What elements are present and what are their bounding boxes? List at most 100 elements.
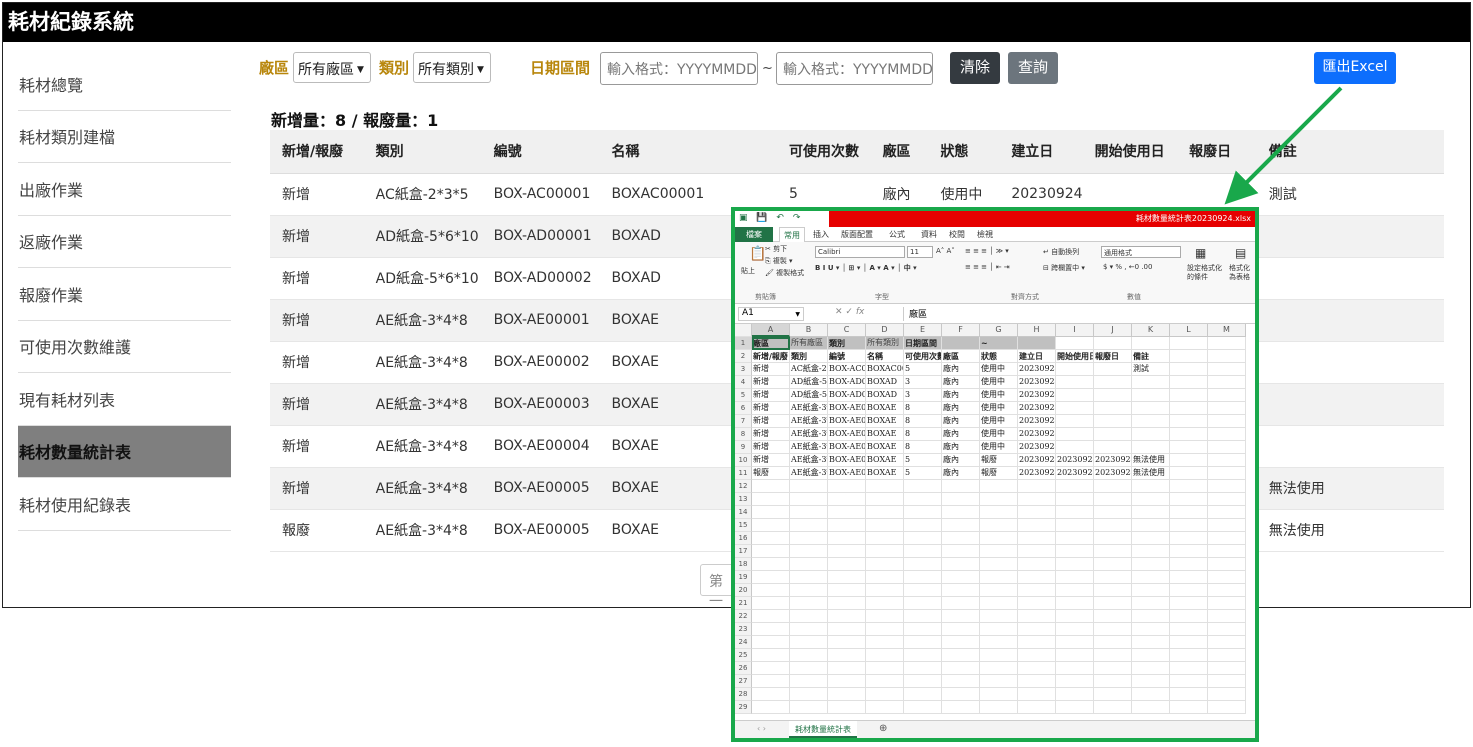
excel-cell[interactable]: 報廢 — [980, 454, 1018, 467]
excel-cell[interactable] — [828, 584, 866, 597]
excel-cell[interactable] — [1094, 584, 1132, 597]
excel-row-header[interactable]: 13 — [735, 493, 752, 506]
excel-cell[interactable] — [1018, 571, 1056, 584]
sidebar-item-7[interactable]: 耗材數量統計表 — [18, 425, 231, 478]
excel-cell[interactable] — [866, 636, 904, 649]
excel-cell[interactable]: 20230924 — [1018, 441, 1056, 454]
excel-cell[interactable] — [1132, 623, 1170, 636]
excel-cell[interactable] — [904, 519, 942, 532]
ribbon-tab-2[interactable]: 插入 — [813, 229, 829, 240]
excel-cell[interactable] — [1170, 701, 1208, 714]
excel-cell[interactable] — [1208, 623, 1246, 636]
excel-cell[interactable] — [1208, 584, 1246, 597]
excel-cell[interactable] — [1132, 493, 1170, 506]
formula-input[interactable]: 廠區 — [903, 307, 1253, 321]
excel-column-header[interactable]: E — [904, 324, 942, 337]
ribbon-tab-5[interactable]: 資料 — [921, 229, 937, 240]
excel-cell[interactable] — [1018, 688, 1056, 701]
excel-cell[interactable] — [790, 493, 828, 506]
excel-cell[interactable] — [980, 571, 1018, 584]
excel-cell[interactable]: AE紙盒-3*4*8 — [790, 415, 828, 428]
excel-cell[interactable] — [752, 493, 790, 506]
excel-cell[interactable] — [1018, 558, 1056, 571]
excel-row-header[interactable]: 2 — [735, 350, 752, 363]
sidebar-item-3[interactable]: 返廠作業 — [18, 216, 231, 268]
excel-cell[interactable]: 廠區 — [752, 337, 790, 350]
excel-cell[interactable]: 類別 — [828, 337, 866, 350]
excel-cell[interactable] — [1056, 415, 1094, 428]
excel-cell[interactable] — [1170, 688, 1208, 701]
excel-cell[interactable] — [1208, 350, 1246, 363]
excel-cell[interactable] — [1132, 675, 1170, 688]
select-all-corner[interactable] — [735, 324, 752, 337]
excel-cell[interactable] — [752, 636, 790, 649]
excel-cell[interactable] — [1132, 571, 1170, 584]
excel-cell[interactable] — [828, 636, 866, 649]
excel-cell[interactable] — [1208, 649, 1246, 662]
excel-cell[interactable]: 5 — [904, 467, 942, 480]
excel-cell[interactable]: 使用中 — [980, 376, 1018, 389]
excel-cell[interactable] — [866, 519, 904, 532]
align-top-icons[interactable]: ≡ ≡ ≡ │ ≫ ▾ — [965, 247, 1009, 255]
excel-cell[interactable] — [980, 584, 1018, 597]
excel-cell[interactable] — [1170, 415, 1208, 428]
excel-cell[interactable]: 20230924 — [1018, 454, 1056, 467]
excel-cell[interactable]: 名稱 — [866, 350, 904, 363]
excel-cell[interactable] — [1170, 363, 1208, 376]
excel-cell[interactable] — [752, 506, 790, 519]
excel-cell[interactable] — [1208, 558, 1246, 571]
excel-cell[interactable] — [1170, 350, 1208, 363]
ribbon-tab-0[interactable]: 檔案 — [735, 227, 773, 242]
excel-cell[interactable]: 8 — [904, 428, 942, 441]
excel-row-header[interactable]: 25 — [735, 649, 752, 662]
excel-row-header[interactable]: 21 — [735, 597, 752, 610]
excel-row-header[interactable]: 7 — [735, 415, 752, 428]
excel-cell[interactable]: BOX-AE00005 — [828, 454, 866, 467]
excel-cell[interactable] — [1018, 493, 1056, 506]
excel-cell[interactable]: BOX-AD00002 — [828, 389, 866, 402]
excel-cell[interactable]: 所有類別 — [866, 337, 904, 350]
excel-cell[interactable] — [942, 675, 980, 688]
excel-cell[interactable] — [1056, 558, 1094, 571]
excel-cell[interactable]: 廠內 — [942, 389, 980, 402]
excel-cell[interactable]: 新增 — [752, 389, 790, 402]
excel-row-header[interactable]: 17 — [735, 545, 752, 558]
excel-cell[interactable] — [1056, 636, 1094, 649]
excel-row-header[interactable]: 14 — [735, 506, 752, 519]
excel-cell[interactable]: BOXAE — [866, 415, 904, 428]
excel-cell[interactable]: 廠內 — [942, 402, 980, 415]
excel-cell[interactable]: AC紙盒-2*3*5 — [790, 363, 828, 376]
excel-cell[interactable] — [752, 532, 790, 545]
excel-cell[interactable] — [866, 610, 904, 623]
excel-cell[interactable] — [904, 688, 942, 701]
number-format-select[interactable]: 通用格式 — [1101, 246, 1181, 258]
category-select[interactable]: 所有類別 ▼ — [413, 52, 491, 83]
ribbon-tab-6[interactable]: 校閱 — [949, 229, 965, 240]
excel-column-header[interactable]: D — [866, 324, 904, 337]
export-excel-button[interactable]: 匯出Excel — [1314, 52, 1396, 84]
excel-cell[interactable] — [790, 519, 828, 532]
excel-cell[interactable] — [1056, 688, 1094, 701]
excel-cell[interactable] — [1018, 337, 1056, 350]
excel-cell[interactable] — [1132, 428, 1170, 441]
excel-cell[interactable]: AE紙盒-3*4*8 — [790, 402, 828, 415]
excel-column-header[interactable]: J — [1094, 324, 1132, 337]
excel-cell[interactable] — [866, 571, 904, 584]
excel-cell[interactable] — [1056, 363, 1094, 376]
excel-cell[interactable]: 建立日 — [1018, 350, 1056, 363]
excel-cell[interactable] — [1094, 662, 1132, 675]
excel-row-header[interactable]: 1 — [735, 337, 752, 350]
excel-cell[interactable] — [942, 636, 980, 649]
excel-cell[interactable] — [904, 506, 942, 519]
excel-cell[interactable] — [828, 623, 866, 636]
excel-cell[interactable] — [1056, 376, 1094, 389]
excel-cell[interactable] — [866, 480, 904, 493]
column-header[interactable]: 廠區 — [870, 130, 929, 174]
excel-cell[interactable] — [1056, 428, 1094, 441]
excel-cell[interactable] — [1132, 441, 1170, 454]
merge-center-button[interactable]: ⊟ 跨欄置中 ▾ — [1043, 263, 1085, 273]
excel-cell[interactable]: 使用中 — [980, 441, 1018, 454]
excel-column-header[interactable]: K — [1132, 324, 1170, 337]
excel-cell[interactable]: 測試 — [1132, 363, 1170, 376]
excel-cell[interactable] — [1208, 662, 1246, 675]
